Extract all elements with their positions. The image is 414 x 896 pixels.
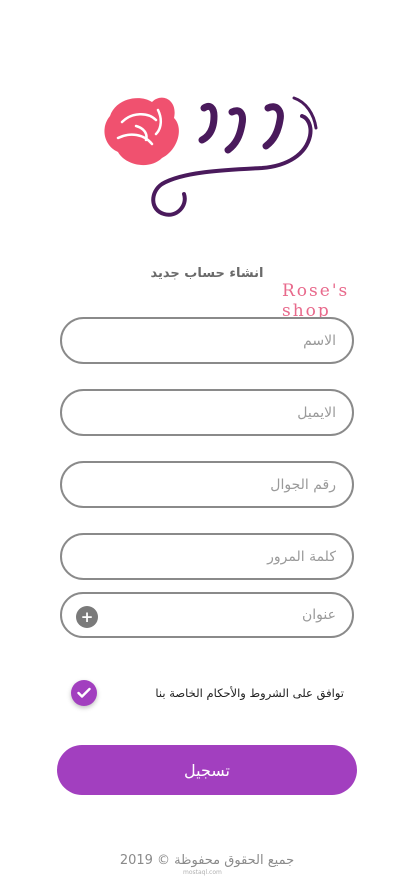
watermark-text: mostaql.com	[183, 869, 222, 876]
brand-logo: Rose's shop	[92, 88, 347, 321]
phone-field[interactable]	[60, 461, 354, 508]
rose-logo-icon	[104, 96, 318, 217]
register-button[interactable]: تسجيل	[57, 745, 357, 795]
plus-icon: +	[80, 608, 94, 626]
email-input[interactable]	[62, 391, 352, 434]
name-input[interactable]	[62, 319, 352, 362]
address-field[interactable]: +	[60, 592, 354, 638]
logo-tagline: Rose's shop	[282, 281, 350, 321]
password-input[interactable]	[62, 535, 352, 578]
terms-label: توافق على الشروط والأحكام الخاصة بنا	[155, 686, 344, 700]
password-field[interactable]	[60, 533, 354, 580]
page-title: انشاء حساب جديد	[150, 266, 264, 281]
name-field[interactable]	[60, 317, 354, 364]
copyright-text: جميع الحقوق محفوظة © 2019	[119, 853, 295, 868]
check-icon	[77, 687, 91, 698]
email-field[interactable]	[60, 389, 354, 436]
address-input[interactable]	[62, 594, 352, 636]
add-address-button[interactable]: +	[76, 606, 98, 628]
terms-checkbox[interactable]	[71, 680, 97, 706]
phone-input[interactable]	[62, 463, 352, 506]
